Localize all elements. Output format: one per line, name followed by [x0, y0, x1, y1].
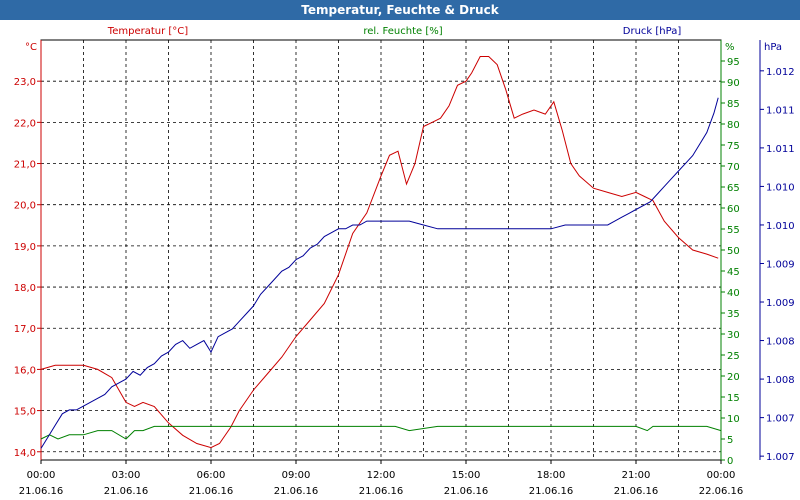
x-tick-time: 00:00 [27, 470, 56, 481]
x-tick-date: 21.06.16 [444, 486, 489, 497]
pressure-tick-label: 1.009 [766, 259, 795, 270]
weather-chart: 14,0 15,0 16,0 17,0 18,0 19,0 20,0 21,0 22,0 23,0… [14, 26, 795, 497]
humidity-tick-label: 5 [727, 435, 733, 446]
humidity-tick-label: 20 [727, 372, 740, 383]
temperature-tick-label: 16,0 [14, 365, 36, 376]
chart-title: Temperatur, Feuchte & Druck [0, 0, 800, 20]
humidity-axis-unit: % [725, 42, 735, 53]
pressure-tick-label: 1.009 [766, 298, 795, 309]
humidity-tick-label: 55 [727, 225, 740, 236]
humidity-tick-label: 30 [727, 330, 740, 341]
x-tick-date: 21.06.16 [614, 486, 659, 497]
pressure-tick-label: 1.007 [766, 414, 795, 425]
x-tick-date: 21.06.16 [19, 486, 64, 497]
legend-temperature: Temperatur [°C] [107, 26, 188, 37]
humidity-tick-label: 85 [727, 99, 740, 110]
pressure-tick-label: 1.008 [766, 337, 795, 348]
humidity-tick-label: 25 [727, 351, 740, 362]
humidity-tick-label: 60 [727, 204, 740, 215]
x-tick-date: 21.06.16 [359, 486, 404, 497]
x-tick-date: 21.06.16 [274, 486, 319, 497]
humidity-tick-label: 75 [727, 141, 740, 152]
temperature-tick-label: 19,0 [14, 242, 36, 253]
x-tick-time: 15:00 [452, 470, 481, 481]
x-tick-date: 21.06.16 [104, 486, 149, 497]
humidity-tick-label: 45 [727, 267, 740, 278]
legend-pressure: Druck [hPa] [623, 26, 682, 37]
humidity-tick-label: 10 [727, 414, 740, 425]
temperature-axis-unit: °C [25, 42, 37, 53]
humidity-tick-label: 0 [727, 456, 733, 467]
humidity-tick-label: 15 [727, 393, 740, 404]
humidity-tick-label: 70 [727, 162, 740, 173]
humidity-tick-label: 90 [727, 78, 740, 89]
temperature-tick-label: 14,0 [14, 448, 36, 459]
humidity-tick-label: 40 [727, 288, 740, 299]
temperature-tick-label: 22,0 [14, 118, 36, 129]
x-tick-time: 12:00 [367, 470, 396, 481]
humidity-tick-label: 35 [727, 309, 740, 320]
pressure-tick-label: 1.011 [766, 144, 795, 155]
humidity-tick-label: 95 [727, 57, 740, 68]
legend-humidity: rel. Feuchte [%] [363, 26, 442, 37]
x-tick-time: 00:00 [707, 470, 736, 481]
x-tick-time: 18:00 [537, 470, 566, 481]
temperature-tick-label: 17,0 [14, 324, 36, 335]
pressure-tick-label: 1.008 [766, 375, 795, 386]
temperature-tick-label: 18,0 [14, 283, 36, 294]
x-tick-date: 22.06.16 [699, 486, 744, 497]
x-tick-date: 21.06.16 [189, 486, 234, 497]
humidity-tick-label: 65 [727, 183, 740, 194]
pressure-axis-unit: hPa [764, 42, 782, 53]
temperature-tick-label: 23,0 [14, 77, 36, 88]
temperature-tick-label: 15,0 [14, 407, 36, 418]
x-tick-date: 21.06.16 [529, 486, 574, 497]
x-tick-time: 21:00 [622, 470, 651, 481]
temperature-tick-label: 20,0 [14, 201, 36, 212]
pressure-tick-label: 1.012 [766, 67, 795, 78]
pressure-tick-label: 1.010 [766, 221, 795, 232]
pressure-tick-label: 1.010 [766, 182, 795, 193]
humidity-tick-label: 50 [727, 246, 740, 257]
x-tick-time: 06:00 [197, 470, 226, 481]
humidity-tick-label: 80 [727, 120, 740, 131]
x-tick-time: 09:00 [282, 470, 311, 481]
temperature-tick-label: 21,0 [14, 160, 36, 171]
pressure-tick-label: 1.007 [766, 452, 795, 463]
x-tick-time: 03:00 [112, 470, 141, 481]
pressure-tick-label: 1.011 [766, 105, 795, 116]
